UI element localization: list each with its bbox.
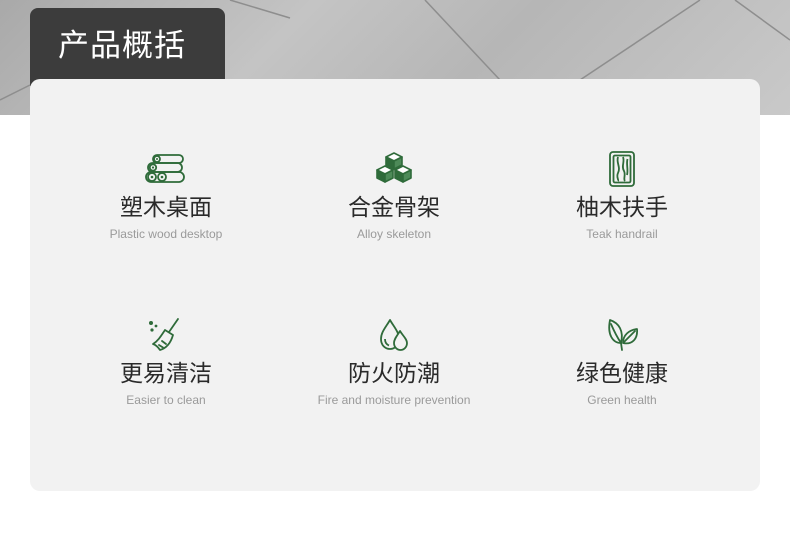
feature-subtitle: Plastic wood desktop	[109, 227, 223, 241]
section-title: 产品概括	[58, 28, 186, 64]
feature-title: 合金骨架	[348, 195, 440, 221]
feature-subtitle: Easier to clean	[126, 393, 206, 407]
feature-plastic-wood-desktop: 塑木桌面 Plastic wood desktop	[51, 151, 281, 242]
water-drops-icon	[380, 319, 408, 351]
feature-green-health: 绿色健康 Green health	[507, 317, 737, 408]
wood-board-icon	[609, 151, 635, 187]
feature-subtitle: Teak handrail	[586, 227, 658, 241]
feature-subtitle: Fire and moisture prevention	[317, 393, 471, 407]
feature-alloy-skeleton: 合金骨架 Alloy skeleton	[279, 151, 509, 242]
cubes-icon	[376, 152, 412, 183]
feature-title: 防火防潮	[348, 361, 440, 387]
broom-icon	[149, 318, 179, 351]
feature-title: 绿色健康	[576, 361, 668, 387]
product-overview-section: 产品概括 塑木桌面 Plastic wood desktop 合金骨架 Allo…	[0, 0, 790, 538]
feature-teak-handrail: 柚木扶手 Teak handrail	[507, 151, 737, 242]
leaves-icon	[608, 319, 638, 351]
feature-title: 柚木扶手	[576, 195, 668, 221]
log-stack-icon	[145, 154, 185, 183]
features-panel: 塑木桌面 Plastic wood desktop 合金骨架 Alloy ske	[30, 79, 760, 491]
feature-title: 更易清洁	[120, 361, 212, 387]
section-title-tab: 产品概括	[30, 8, 225, 86]
feature-easier-to-clean: 更易清洁 Easier to clean	[51, 317, 281, 408]
feature-title: 塑木桌面	[120, 195, 212, 221]
feature-subtitle: Green health	[587, 393, 657, 407]
feature-fire-moisture-prevention: 防火防潮 Fire and moisture prevention	[279, 317, 509, 408]
feature-subtitle: Alloy skeleton	[356, 227, 432, 241]
